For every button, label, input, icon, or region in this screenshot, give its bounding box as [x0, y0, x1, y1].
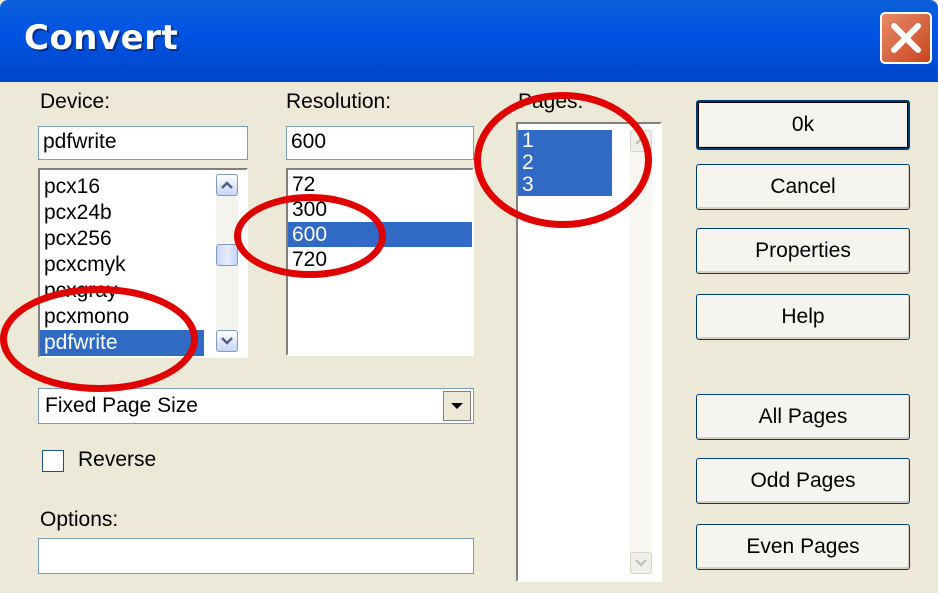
close-button[interactable] — [880, 12, 932, 64]
title-bar: Convert — [0, 0, 938, 82]
list-item-selected[interactable]: 600 — [288, 222, 472, 247]
device-scrollbar[interactable] — [216, 174, 238, 352]
all-pages-button[interactable]: All Pages — [696, 394, 910, 440]
list-item[interactable]: 300 — [288, 197, 472, 222]
cancel-button[interactable]: Cancel — [696, 164, 910, 210]
close-icon — [891, 23, 921, 53]
even-pages-button[interactable]: Even Pages — [696, 524, 910, 570]
scroll-up-button[interactable] — [216, 174, 238, 196]
dropdown-arrow-icon — [451, 403, 463, 409]
properties-button[interactable]: Properties — [696, 228, 910, 274]
device-label: Device: — [40, 90, 111, 113]
options-input[interactable] — [38, 538, 474, 574]
device-list[interactable]: pcx16 pcx24b pcx256 pcxcmyk pcxgray pcxm… — [38, 168, 248, 358]
page-size-value: Fixed Page Size — [45, 394, 198, 417]
resolution-label: Resolution: — [286, 90, 392, 113]
dropdown-button[interactable] — [443, 391, 471, 421]
chevron-up-icon — [221, 181, 233, 189]
list-item-selected[interactable]: pdfwrite — [40, 330, 204, 356]
reverse-label: Reverse — [78, 448, 157, 471]
list-item-selected[interactable]: 2 — [518, 152, 612, 174]
ok-button[interactable]: 0k — [696, 100, 910, 150]
pages-scrollbar[interactable] — [630, 130, 652, 574]
resolution-items: 72 300 600 720 — [288, 170, 472, 272]
page-size-select[interactable]: Fixed Page Size — [38, 388, 474, 424]
device-input[interactable]: pdfwrite — [38, 126, 248, 160]
reverse-checkbox[interactable] — [42, 450, 64, 472]
chevron-up-icon — [635, 137, 647, 145]
scroll-down-button[interactable] — [216, 330, 238, 352]
dialog-body: Device: pdfwrite pcx16 pcx24b pcx256 pcx… — [8, 82, 932, 593]
list-item-selected[interactable]: 1 — [518, 130, 612, 152]
pages-list[interactable]: 1 2 3 — [516, 122, 662, 582]
chevron-down-icon — [635, 559, 647, 567]
resolution-list[interactable]: 72 300 600 720 — [286, 168, 474, 356]
help-button[interactable]: Help — [696, 294, 910, 340]
list-item-selected[interactable]: 3 — [518, 174, 612, 196]
scroll-thumb[interactable] — [216, 244, 238, 266]
window-title: Convert — [24, 18, 179, 58]
chevron-down-icon — [221, 337, 233, 345]
options-label: Options: — [40, 508, 119, 531]
list-item[interactable]: 72 — [288, 172, 472, 197]
scroll-down-button[interactable] — [630, 552, 652, 574]
scroll-up-button[interactable] — [630, 130, 652, 152]
resolution-input[interactable]: 600 — [286, 126, 474, 160]
pages-label: Pages: — [518, 90, 584, 113]
odd-pages-button[interactable]: Odd Pages — [696, 458, 910, 504]
list-item[interactable]: 720 — [288, 247, 472, 272]
